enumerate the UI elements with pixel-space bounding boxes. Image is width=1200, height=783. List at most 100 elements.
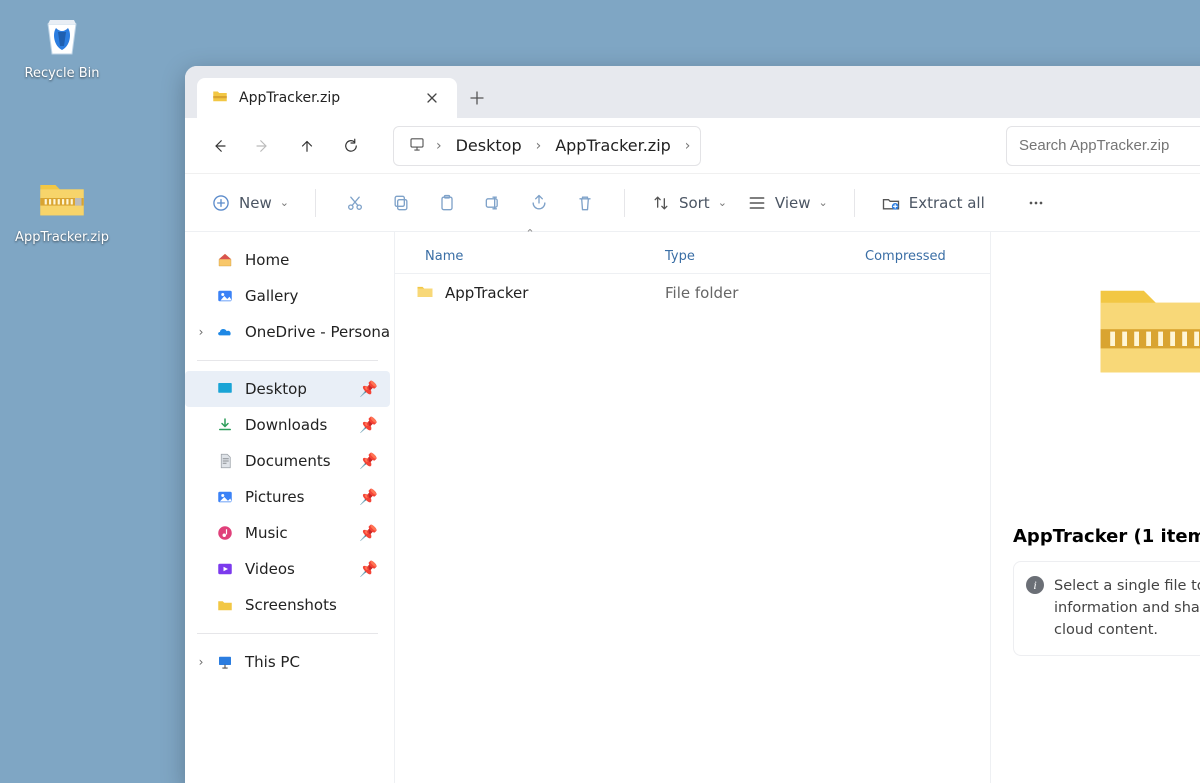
refresh-button[interactable] bbox=[331, 126, 371, 166]
pin-icon[interactable]: 📌 bbox=[359, 488, 378, 506]
tab-active[interactable]: AppTracker.zip bbox=[197, 78, 457, 118]
pin-icon[interactable]: 📌 bbox=[359, 524, 378, 542]
new-button[interactable]: New ⌄ bbox=[205, 184, 295, 222]
up-button[interactable] bbox=[287, 126, 327, 166]
gallery-icon bbox=[215, 287, 235, 305]
extract-button[interactable]: Extract all bbox=[875, 184, 991, 222]
desktop-icon-label: Recycle Bin bbox=[25, 66, 100, 81]
sidebar-item-label: Screenshots bbox=[245, 596, 337, 614]
pc-icon bbox=[215, 653, 235, 671]
sidebar-item-label: Documents bbox=[245, 452, 331, 470]
pin-icon[interactable]: 📌 bbox=[359, 416, 378, 434]
details-info-text: Select a single file to information and … bbox=[1054, 578, 1200, 638]
sidebar-item-pictures[interactable]: Pictures 📌 bbox=[185, 479, 390, 515]
sidebar-item-downloads[interactable]: Downloads 📌 bbox=[185, 407, 390, 443]
folder-icon bbox=[215, 596, 235, 614]
column-header-name[interactable]: Name bbox=[395, 249, 665, 264]
chevron-right-icon[interactable]: › bbox=[193, 325, 209, 339]
chevron-down-icon: ⌄ bbox=[819, 196, 828, 209]
back-button[interactable] bbox=[199, 126, 239, 166]
extract-label: Extract all bbox=[909, 194, 985, 212]
recycle-bin-icon bbox=[34, 6, 90, 62]
zip-folder-icon bbox=[211, 87, 229, 109]
pc-icon[interactable] bbox=[402, 131, 432, 161]
chevron-down-icon: ⌄ bbox=[280, 196, 289, 209]
tab-close-button[interactable] bbox=[417, 83, 447, 113]
navbar: › Desktop › AppTracker.zip › bbox=[185, 118, 1200, 174]
rename-button[interactable] bbox=[474, 184, 512, 222]
sidebar: Home Gallery › OneDrive - Persona Deskto… bbox=[185, 232, 395, 783]
sidebar-item-music[interactable]: Music 📌 bbox=[185, 515, 390, 551]
info-icon: i bbox=[1026, 576, 1044, 594]
cut-button[interactable] bbox=[336, 184, 374, 222]
column-header-type[interactable]: Type bbox=[665, 249, 865, 264]
address-bar[interactable]: › Desktop › AppTracker.zip › bbox=[393, 126, 701, 166]
more-button[interactable] bbox=[1017, 184, 1055, 222]
file-explorer-window: AppTracker.zip › Desktop › AppTracker.zi… bbox=[185, 66, 1200, 783]
body: Home Gallery › OneDrive - Persona Deskto… bbox=[185, 232, 1200, 783]
forward-button[interactable] bbox=[243, 126, 283, 166]
sidebar-item-label: OneDrive - Persona bbox=[245, 323, 390, 341]
search-input[interactable] bbox=[1019, 137, 1200, 154]
desktop-icon-zipfile[interactable]: AppTracker.zip bbox=[16, 170, 108, 245]
sidebar-item-onedrive[interactable]: › OneDrive - Persona bbox=[185, 314, 390, 350]
desktop-icon-recycle-bin[interactable]: Recycle Bin bbox=[16, 6, 108, 81]
sidebar-item-gallery[interactable]: Gallery bbox=[185, 278, 390, 314]
folder-icon bbox=[415, 281, 435, 305]
breadcrumb-archive[interactable]: AppTracker.zip bbox=[545, 132, 681, 159]
sidebar-item-screenshots[interactable]: Screenshots bbox=[185, 587, 390, 623]
documents-icon bbox=[215, 452, 235, 470]
item-type: File folder bbox=[665, 284, 865, 302]
chevron-right-icon[interactable]: › bbox=[683, 138, 693, 154]
videos-icon bbox=[215, 560, 235, 578]
delete-button[interactable] bbox=[566, 184, 604, 222]
details-pane: AppTracker (1 item) i Select a single fi… bbox=[990, 232, 1200, 783]
chevron-right-icon[interactable]: › bbox=[434, 138, 444, 154]
onedrive-icon bbox=[215, 322, 235, 342]
minimize-button[interactable] bbox=[1192, 66, 1200, 106]
titlebar: AppTracker.zip bbox=[185, 66, 1200, 118]
list-item[interactable]: AppTracker File folder bbox=[395, 274, 990, 312]
sort-indicator-icon: ⌃ bbox=[395, 230, 665, 240]
downloads-icon bbox=[215, 416, 235, 434]
toolbar: New ⌄ Sort ⌄ View ⌄ Extract all bbox=[185, 174, 1200, 232]
pin-icon[interactable]: 📌 bbox=[359, 380, 378, 398]
item-name: AppTracker bbox=[445, 284, 528, 302]
share-button[interactable] bbox=[520, 184, 558, 222]
sort-label: Sort bbox=[679, 194, 710, 212]
copy-button[interactable] bbox=[382, 184, 420, 222]
search-box[interactable] bbox=[1006, 126, 1200, 166]
sort-button[interactable]: Sort ⌄ bbox=[645, 184, 733, 222]
sidebar-item-label: Desktop bbox=[245, 380, 307, 398]
details-title: AppTracker (1 item) bbox=[1013, 526, 1200, 547]
details-info: i Select a single file to information an… bbox=[1013, 561, 1200, 656]
chevron-right-icon[interactable]: › bbox=[534, 138, 544, 154]
sidebar-item-documents[interactable]: Documents 📌 bbox=[185, 443, 390, 479]
sidebar-item-desktop[interactable]: Desktop 📌 bbox=[185, 371, 390, 407]
sidebar-item-home[interactable]: Home bbox=[185, 242, 390, 278]
sidebar-item-label: Pictures bbox=[245, 488, 304, 506]
sidebar-item-thispc[interactable]: › This PC bbox=[185, 644, 390, 680]
desktop-icon-label: AppTracker.zip bbox=[15, 230, 109, 245]
zip-folder-icon bbox=[34, 170, 90, 226]
sidebar-item-videos[interactable]: Videos 📌 bbox=[185, 551, 390, 587]
breadcrumb-desktop[interactable]: Desktop bbox=[446, 132, 532, 159]
column-header-size[interactable]: Compressed bbox=[865, 249, 990, 264]
zip-folder-icon bbox=[1088, 252, 1200, 386]
music-icon bbox=[215, 524, 235, 542]
pin-icon[interactable]: 📌 bbox=[359, 452, 378, 470]
view-button[interactable]: View ⌄ bbox=[741, 184, 834, 222]
chevron-right-icon[interactable]: › bbox=[193, 655, 209, 669]
paste-button[interactable] bbox=[428, 184, 466, 222]
sidebar-item-label: This PC bbox=[245, 653, 300, 671]
pin-icon[interactable]: 📌 bbox=[359, 560, 378, 578]
chevron-down-icon: ⌄ bbox=[718, 196, 727, 209]
view-label: View bbox=[775, 194, 811, 212]
sidebar-item-label: Gallery bbox=[245, 287, 298, 305]
sidebar-item-label: Downloads bbox=[245, 416, 327, 434]
pictures-icon bbox=[215, 488, 235, 506]
sidebar-item-label: Music bbox=[245, 524, 288, 542]
home-icon bbox=[215, 251, 235, 269]
tab-title: AppTracker.zip bbox=[239, 90, 340, 106]
new-tab-button[interactable] bbox=[457, 78, 497, 118]
